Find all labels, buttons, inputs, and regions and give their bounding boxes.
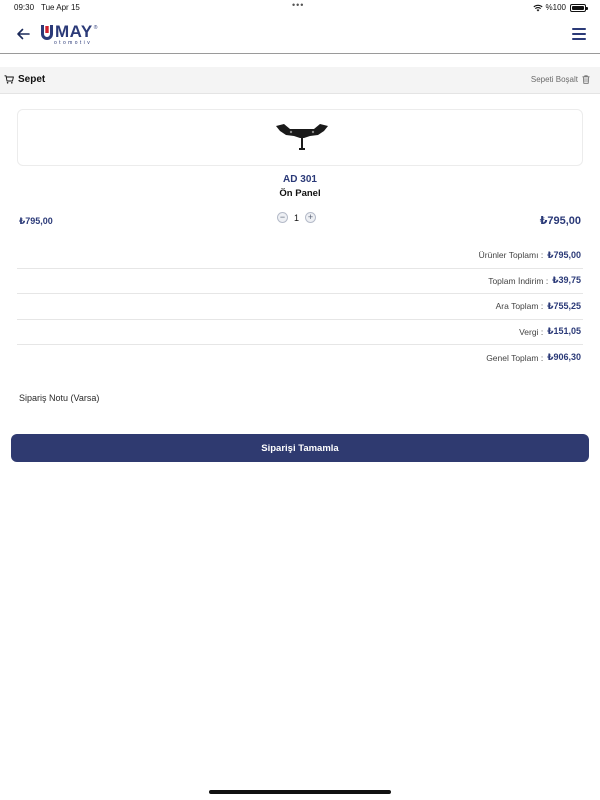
unit-price: ₺795,00	[19, 216, 53, 226]
back-arrow-icon[interactable]	[14, 25, 32, 43]
summary-row-products-total: Ürünler Toplamı : ₺795,00	[17, 243, 583, 269]
umay-logo: MAY ® otomotiv	[40, 23, 97, 47]
product-image	[276, 124, 328, 150]
summary-value: ₺755,25	[547, 300, 581, 311]
cart-bar: Sepet Sepeti Boşalt	[0, 67, 600, 94]
logo-text: MAY	[55, 22, 93, 41]
summary-value: ₺39,75	[552, 275, 581, 286]
product-card[interactable]	[17, 109, 583, 166]
summary-value: ₺795,00	[547, 249, 581, 260]
summary-row-total-discount: Toplam İndirim : ₺39,75	[17, 269, 583, 294]
complete-order-button[interactable]: Siparişi Tamamla	[11, 434, 589, 462]
status-time: 09:30	[14, 3, 35, 12]
summary-label: Genel Toplam :	[486, 352, 544, 363]
status-right: %100	[532, 3, 588, 12]
home-indicator[interactable]	[209, 790, 391, 794]
summary-label: Ürünler Toplamı :	[478, 250, 544, 261]
summary-row-tax: Vergi : ₺151,05	[17, 320, 583, 345]
empty-cart-label: Sepeti Boşalt	[530, 75, 578, 84]
wifi-icon	[532, 4, 543, 11]
quantity-stepper: − 1 +	[277, 212, 317, 223]
battery-percent: %100	[545, 3, 566, 12]
logo-mark-icon	[41, 25, 53, 40]
summary-value: ₺151,05	[547, 326, 581, 337]
status-date: Tue Apr 15	[41, 3, 80, 12]
battery-icon	[570, 3, 588, 12]
cart-icon	[4, 75, 14, 84]
summary-label: Vergi :	[519, 326, 544, 337]
summary-row-grand-total: Genel Toplam : ₺906,30	[17, 345, 583, 371]
quantity-value: 1	[294, 212, 300, 223]
cart-title: Sepet	[4, 74, 45, 85]
line-total: ₺795,00	[539, 215, 581, 227]
summary-label: Toplam İndirim :	[488, 275, 549, 286]
app-header: MAY ® otomotiv	[0, 14, 600, 54]
summary-label: Ara Toplam :	[495, 301, 544, 312]
order-note-field[interactable]: Sipariş Notu (Varsa)	[19, 393, 99, 403]
summary-row-subtotal: Ara Toplam : ₺755,25	[17, 294, 583, 320]
product-code: AD 301	[283, 174, 317, 185]
logo-subtitle: otomotiv	[54, 40, 93, 46]
multitasking-dots[interactable]: •••	[292, 0, 304, 10]
trash-icon	[582, 75, 590, 84]
empty-cart-button[interactable]: Sepeti Boşalt	[531, 75, 590, 84]
hamburger-menu-icon[interactable]	[572, 28, 586, 40]
product-name: Ön Panel	[279, 188, 321, 199]
logo-registered: ®	[93, 25, 98, 31]
summary-value: ₺906,30	[547, 352, 581, 363]
order-summary: Ürünler Toplamı : ₺795,00 Toplam İndirim…	[17, 243, 583, 371]
increase-quantity-button[interactable]: +	[305, 212, 317, 223]
status-bar: 09:30 Tue Apr 15 ••• %100	[0, 0, 600, 14]
decrease-quantity-button[interactable]: −	[277, 212, 288, 223]
cart-title-label: Sepet	[18, 74, 46, 85]
